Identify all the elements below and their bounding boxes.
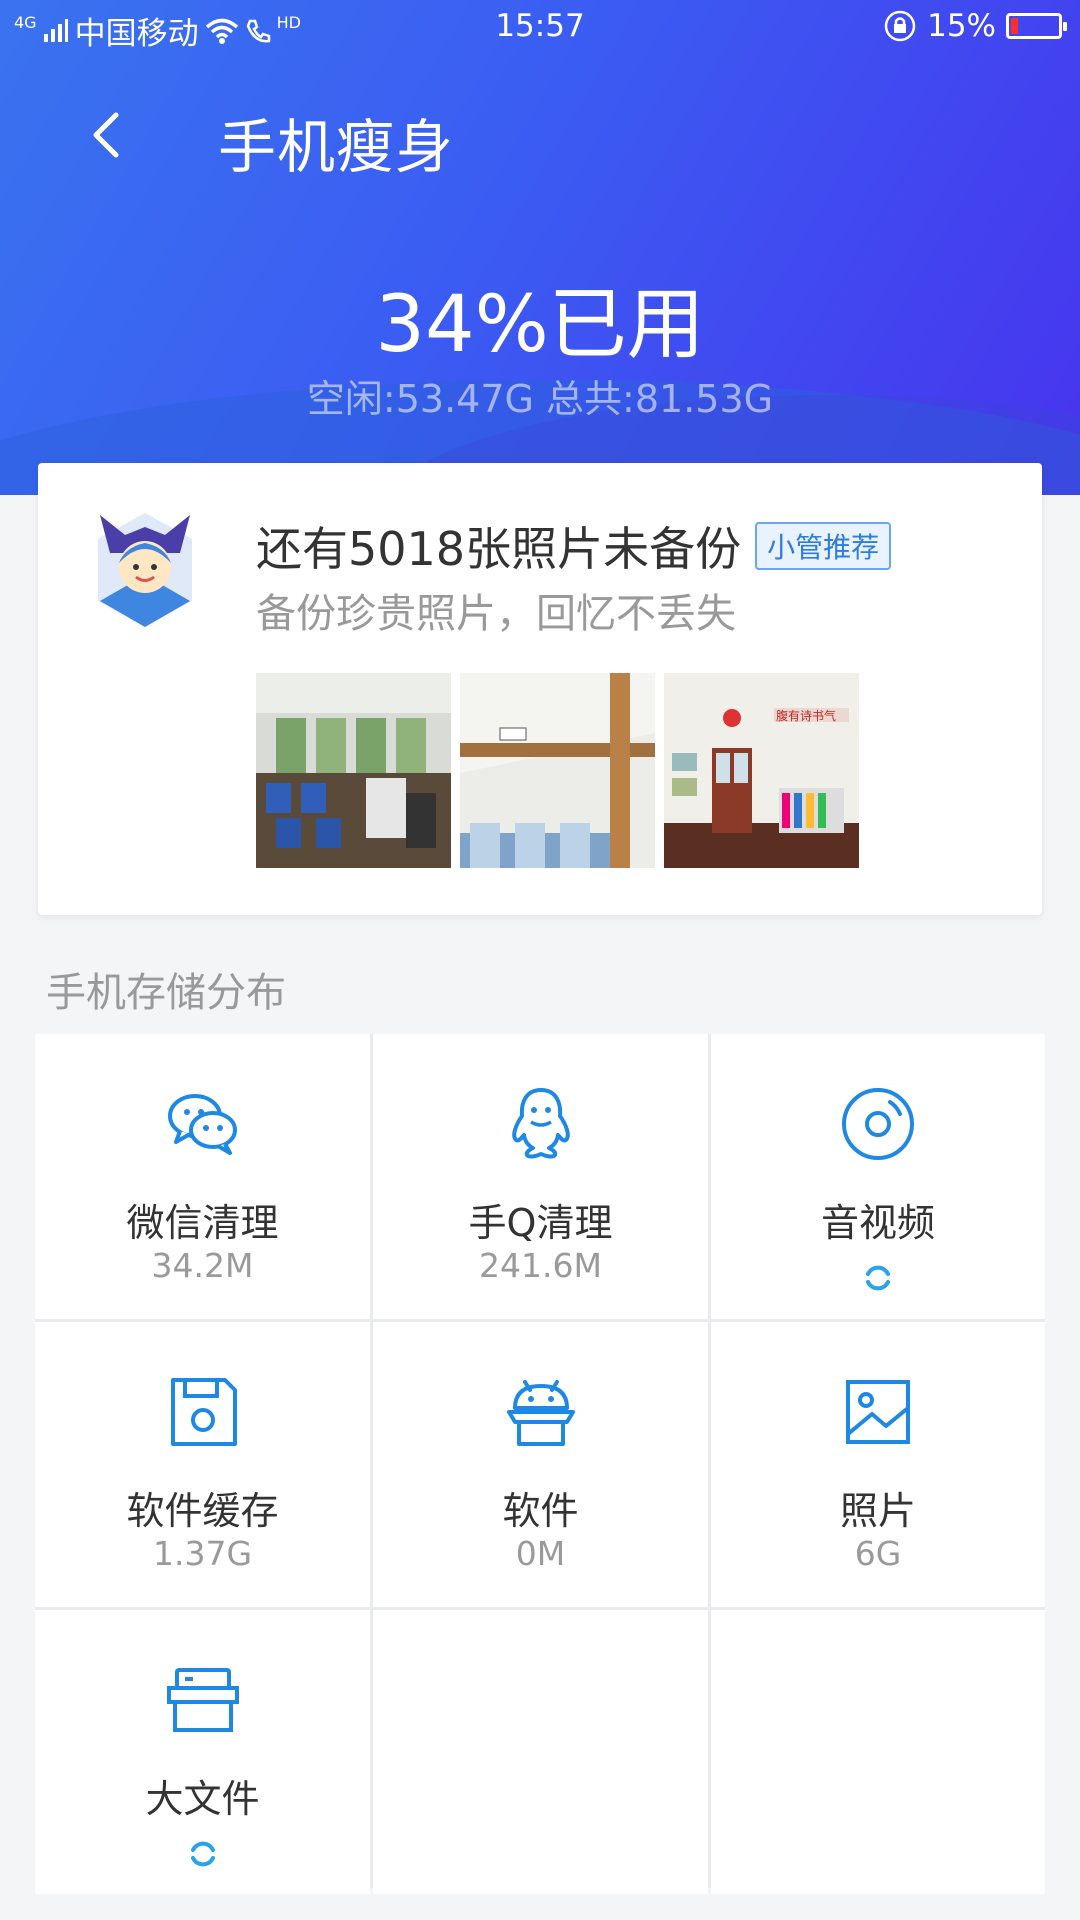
- storage-grid: 微信清理 34.2M 手Q清理 241.6M 音视频 软件缓存 1.37G 软件…: [35, 1034, 1045, 1894]
- storage-item-app-cache[interactable]: 软件缓存 1.37G: [35, 1322, 370, 1607]
- media-disc-icon: [842, 1088, 914, 1160]
- storage-item-media[interactable]: 音视频: [711, 1034, 1045, 1319]
- image-icon: [846, 1380, 910, 1444]
- storage-item-value: 1.37G: [152, 1534, 253, 1573]
- wechat-icon: [167, 1094, 237, 1155]
- qq-icon: [511, 1088, 570, 1159]
- backup-subtitle: 备份珍贵照片，回忆不丢失: [256, 591, 736, 637]
- battery-level: [1011, 18, 1018, 34]
- photo-thumbnails: 腹有诗书气: [256, 673, 859, 868]
- storage-summary: 空闲:53.47G 总共:81.53G: [306, 377, 774, 421]
- photo-thumbnail[interactable]: 腹有诗书气: [664, 673, 859, 868]
- page-title: 手机瘦身: [218, 113, 455, 181]
- loading-spinner-icon: [190, 1841, 215, 1867]
- back-arrow-icon[interactable]: [78, 105, 138, 165]
- photo-thumbnail[interactable]: [256, 673, 451, 868]
- header-banner: 4G 中国移动 HD 15:57 15% 手机瘦身 34%已用 空闲:53.47…: [0, 0, 1080, 495]
- storage-item-value: 34.2M: [151, 1246, 254, 1285]
- storage-item-photos[interactable]: 照片 6G: [711, 1322, 1045, 1607]
- storage-item-label: 大文件: [145, 1777, 260, 1821]
- storage-item-label: 软件缓存: [126, 1489, 279, 1533]
- photo-backup-card[interactable]: 还有5018张照片未备份 小管推荐 备份珍贵照片，回忆不丢失 腹有诗书气: [38, 463, 1042, 915]
- storage-item-label: 照片: [839, 1489, 916, 1533]
- storage-item-label: 手Q清理: [468, 1201, 613, 1245]
- battery-percent: 15%: [927, 8, 996, 44]
- loading-spinner-icon: [866, 1265, 890, 1291]
- storage-item-apps[interactable]: 软件 0M: [373, 1322, 708, 1607]
- usage-percent: 34%已用: [375, 280, 705, 370]
- battery-icon: [1006, 13, 1067, 39]
- storage-item-label: 微信清理: [126, 1201, 279, 1245]
- storage-item-value: 241.6M: [479, 1246, 602, 1285]
- storage-item-wechat[interactable]: 微信清理 34.2M: [35, 1034, 370, 1319]
- storage-item-qq[interactable]: 手Q清理 241.6M: [373, 1034, 708, 1319]
- storage-item-value: 6G: [854, 1534, 902, 1573]
- empty-grid-cell: [373, 1610, 708, 1894]
- recommend-badge: 小管推荐: [755, 522, 892, 570]
- box-icon: [166, 1668, 239, 1732]
- photo-thumbnail[interactable]: [460, 673, 655, 868]
- storage-item-label: 软件: [502, 1489, 579, 1533]
- storage-item-label: 音视频: [820, 1201, 935, 1245]
- rotation-lock-icon: [884, 10, 916, 42]
- save-icon: [170, 1378, 237, 1446]
- status-bar: 4G 中国移动 HD 15:57 15%: [0, 0, 1080, 56]
- backup-title: 还有5018张照片未备份: [256, 522, 742, 576]
- storage-item-large-files[interactable]: 大文件: [35, 1610, 370, 1894]
- storage-section-title: 手机存储分布: [46, 970, 286, 1016]
- storage-item-value: 0M: [515, 1534, 566, 1573]
- svg-text:腹有诗书气: 腹有诗书气: [776, 708, 836, 723]
- mascot-avatar-icon: [98, 513, 192, 627]
- empty-grid-cell: [711, 1610, 1045, 1894]
- android-icon: [506, 1380, 575, 1446]
